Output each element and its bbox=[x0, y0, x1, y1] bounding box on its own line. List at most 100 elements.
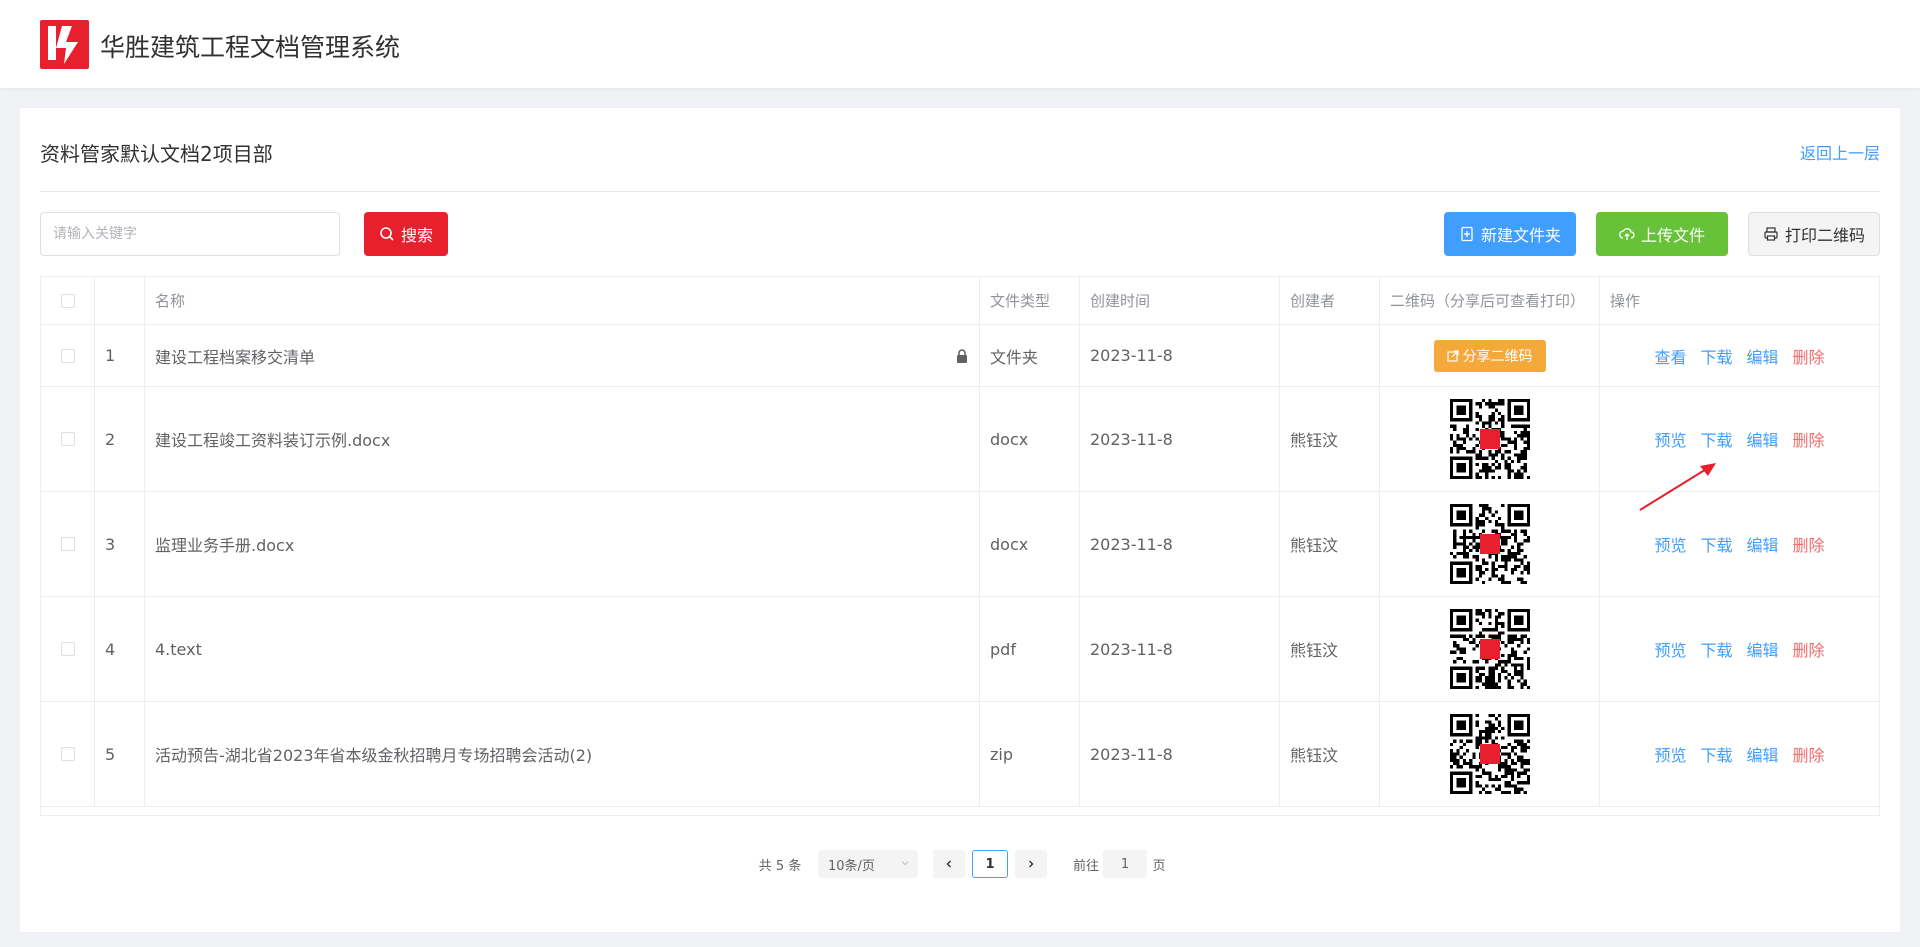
view-action[interactable]: 查看 bbox=[1654, 344, 1686, 368]
edit-action[interactable]: 编辑 bbox=[1747, 427, 1779, 451]
row-index: 3 bbox=[95, 492, 145, 596]
delete-action[interactable]: 删除 bbox=[1793, 532, 1825, 556]
row-creator: 熊钰汶 bbox=[1280, 492, 1380, 596]
prev-page-button[interactable] bbox=[933, 850, 965, 878]
row-index: 2 bbox=[95, 387, 145, 491]
row-name-cell: 建设工程档案移交清单 bbox=[145, 325, 980, 386]
row-name[interactable]: 监理业务手册.docx bbox=[155, 532, 294, 556]
select-all-cell bbox=[41, 277, 95, 324]
top-header: 华胜建筑工程文档管理系统 bbox=[0, 0, 1920, 88]
page-title: 资料管家默认文档2项目部 bbox=[40, 142, 273, 166]
share-qr-button[interactable]: 分享二维码 bbox=[1433, 339, 1546, 372]
delete-action[interactable]: 删除 bbox=[1793, 427, 1825, 451]
row-actions: 预览 下载 编辑 删除 bbox=[1600, 387, 1879, 491]
search-input[interactable] bbox=[40, 212, 340, 256]
print-qr-button[interactable]: 打印二维码 bbox=[1748, 212, 1880, 256]
qr-code-image[interactable] bbox=[1449, 714, 1530, 794]
search-icon bbox=[380, 227, 394, 241]
goto-page-input[interactable]: 1 bbox=[1103, 850, 1147, 878]
row-type: zip bbox=[980, 702, 1080, 806]
page-number-1[interactable]: 1 bbox=[972, 850, 1008, 878]
qr-logo-icon bbox=[1479, 534, 1500, 554]
qr-code-image[interactable] bbox=[1449, 399, 1530, 479]
row-creator: 熊钰汶 bbox=[1280, 702, 1380, 806]
row-type: 文件夹 bbox=[980, 325, 1080, 386]
preview-action[interactable]: 预览 bbox=[1654, 637, 1686, 661]
qr-code-image[interactable] bbox=[1449, 609, 1530, 689]
qr-code-image[interactable] bbox=[1449, 504, 1530, 584]
row-select-cell bbox=[41, 492, 95, 596]
download-action[interactable]: 下载 bbox=[1700, 637, 1732, 661]
delete-action[interactable]: 删除 bbox=[1793, 344, 1825, 368]
pagination: 共 5 条 10条/页 1 前往 1 页 bbox=[0, 850, 1920, 878]
row-creator bbox=[1280, 325, 1380, 386]
row-qr-cell bbox=[1380, 387, 1600, 491]
app-title: 华胜建筑工程文档管理系统 bbox=[100, 33, 401, 62]
row-qr-cell bbox=[1380, 492, 1600, 596]
header-creator: 创建者 bbox=[1280, 277, 1380, 324]
header-type: 文件类型 bbox=[980, 277, 1080, 324]
header-index bbox=[95, 277, 145, 324]
upload-button[interactable]: 上传文件 bbox=[1596, 212, 1728, 256]
row-name-cell: 监理业务手册.docx bbox=[145, 492, 980, 596]
row-name[interactable]: 建设工程竣工资料装订示例.docx bbox=[155, 427, 390, 451]
row-actions: 预览 下载 编辑 删除 bbox=[1600, 597, 1879, 701]
edit-action[interactable]: 编辑 bbox=[1747, 742, 1779, 766]
row-name[interactable]: 4.text bbox=[155, 640, 202, 659]
search-button-label: 搜索 bbox=[400, 226, 433, 245]
pagination-total: 共 5 条 bbox=[758, 858, 802, 874]
back-link[interactable]: 返回上一层 bbox=[1800, 140, 1880, 164]
table-row: 1 建设工程档案移交清单 文件夹 2023-11-8 分享二维码 查看 下载 编… bbox=[41, 325, 1879, 387]
printer-icon bbox=[1764, 227, 1778, 241]
page-size-select[interactable]: 10条/页 bbox=[818, 850, 918, 878]
preview-action[interactable]: 预览 bbox=[1654, 742, 1686, 766]
edit-action[interactable]: 编辑 bbox=[1747, 532, 1779, 556]
table-header: 名称 文件类型 创建时间 创建者 二维码（分享后可查看打印） 操作 bbox=[41, 277, 1879, 325]
delete-action[interactable]: 删除 bbox=[1793, 637, 1825, 661]
download-action[interactable]: 下载 bbox=[1700, 427, 1732, 451]
row-checkbox[interactable] bbox=[60, 747, 75, 761]
row-select-cell bbox=[41, 702, 95, 806]
row-name-cell: 4.text bbox=[145, 597, 980, 701]
logo-icon bbox=[40, 20, 89, 69]
row-select-cell bbox=[41, 597, 95, 701]
download-action[interactable]: 下载 bbox=[1700, 344, 1732, 368]
new-file-icon bbox=[1461, 226, 1473, 242]
row-checkbox[interactable] bbox=[60, 537, 75, 551]
row-select-cell bbox=[41, 387, 95, 491]
row-name-cell: 活动预告-湖北省2023年省本级金秋招聘月专场招聘会活动(2) bbox=[145, 702, 980, 806]
row-index: 1 bbox=[95, 325, 145, 386]
edit-action[interactable]: 编辑 bbox=[1747, 344, 1779, 368]
edit-action[interactable]: 编辑 bbox=[1747, 637, 1779, 661]
delete-action[interactable]: 删除 bbox=[1793, 742, 1825, 766]
header-qrcode: 二维码（分享后可查看打印） bbox=[1380, 277, 1600, 324]
qr-logo-icon bbox=[1479, 744, 1500, 764]
row-checkbox[interactable] bbox=[60, 348, 75, 363]
row-created: 2023-11-8 bbox=[1080, 492, 1280, 596]
row-created: 2023-11-8 bbox=[1080, 387, 1280, 491]
qr-logo-icon bbox=[1479, 429, 1500, 449]
preview-action[interactable]: 预览 bbox=[1654, 532, 1686, 556]
new-folder-button[interactable]: 新建文件夹 bbox=[1444, 212, 1576, 256]
print-qr-label: 打印二维码 bbox=[1784, 226, 1865, 245]
preview-action[interactable]: 预览 bbox=[1654, 427, 1686, 451]
row-actions: 预览 下载 编辑 删除 bbox=[1600, 702, 1879, 806]
download-action[interactable]: 下载 bbox=[1700, 532, 1732, 556]
row-type: pdf bbox=[980, 597, 1080, 701]
row-index: 4 bbox=[95, 597, 145, 701]
header-name: 名称 bbox=[145, 277, 980, 324]
row-checkbox[interactable] bbox=[60, 432, 75, 446]
select-all-checkbox[interactable] bbox=[60, 293, 75, 308]
page-size-value: 10条/页 bbox=[828, 858, 875, 874]
search-button[interactable]: 搜索 bbox=[364, 212, 448, 256]
main-panel: 资料管家默认文档2项目部 返回上一层 搜索 新建文件夹 上传文件 打印二维码 名… bbox=[20, 108, 1900, 932]
table-row: 4 4.text pdf 2023-11-8 熊钰汶 预览 下载 编辑 删除 bbox=[41, 597, 1879, 702]
row-name[interactable]: 活动预告-湖北省2023年省本级金秋招聘月专场招聘会活动(2) bbox=[155, 742, 592, 766]
table-row: 5 活动预告-湖北省2023年省本级金秋招聘月专场招聘会活动(2) zip 20… bbox=[41, 702, 1879, 807]
header-actions: 操作 bbox=[1610, 292, 1641, 310]
row-name[interactable]: 建设工程档案移交清单 bbox=[155, 344, 315, 368]
row-checkbox[interactable] bbox=[60, 642, 75, 656]
next-page-button[interactable] bbox=[1015, 850, 1047, 878]
row-actions: 查看 下载 编辑 删除 bbox=[1600, 325, 1879, 386]
download-action[interactable]: 下载 bbox=[1700, 742, 1732, 766]
